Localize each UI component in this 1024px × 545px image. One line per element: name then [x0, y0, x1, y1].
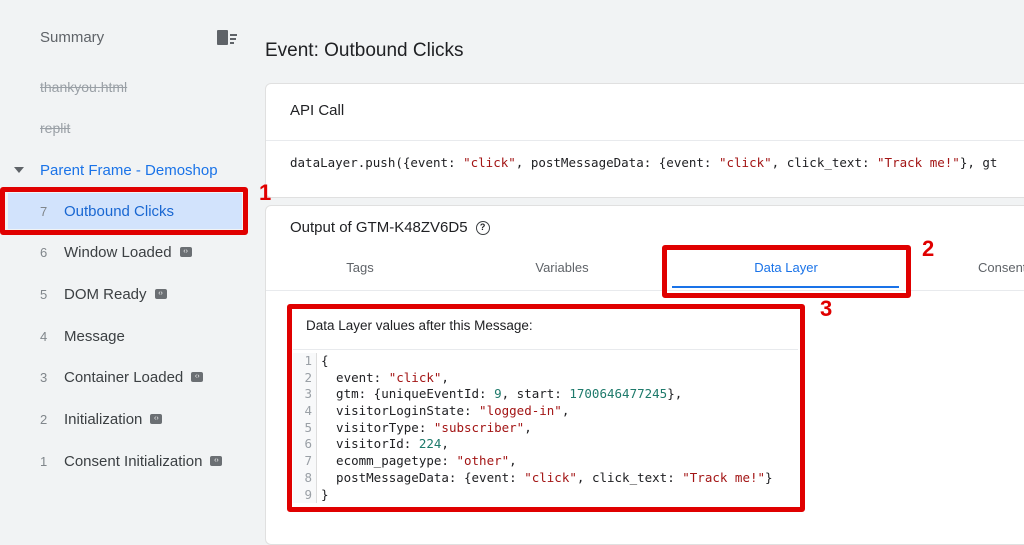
output-heading: Output of GTM-K48ZV6D5 ? [290, 219, 490, 236]
tab-consent[interactable]: Consent [978, 260, 1024, 275]
sidebar-page-thankyou[interactable]: thankyou.html [0, 69, 250, 105]
tag-icon: ‹› [154, 289, 167, 299]
sidebar-page-replit[interactable]: replit [0, 110, 250, 146]
event-label: Window Loaded [64, 243, 172, 261]
sidebar-event-message[interactable]: 4 Message [0, 318, 250, 354]
sidebar-event-consent-initialization[interactable]: 1 Consent Initialization ‹› [0, 443, 250, 479]
tab-tags[interactable]: Tags [270, 260, 450, 275]
sidebar-event-dom-ready[interactable]: 5 DOM Ready ‹› [0, 276, 250, 312]
api-call-heading: API Call [266, 84, 1024, 141]
tag-icon: ‹› [150, 414, 163, 424]
help-icon[interactable]: ? [475, 220, 490, 235]
event-label: Message [64, 327, 125, 345]
page-label: thankyou.html [40, 79, 128, 95]
event-number: 1 [40, 453, 48, 469]
api-call-card: API Call dataLayer.push({event: "click",… [265, 83, 1024, 198]
event-label: Consent Initialization [64, 452, 203, 470]
delete-list-icon[interactable] [217, 28, 237, 46]
annotation-label-1: 1 [259, 180, 272, 205]
page-title: Event: Outbound Clicks [265, 40, 464, 61]
output-heading-text: Output of GTM-K48ZV6D5 [290, 219, 468, 236]
event-number: 5 [40, 286, 48, 302]
tag-icon: ‹› [179, 247, 192, 257]
frame-label: Parent Frame - Demoshop [40, 161, 218, 179]
sidebar-frame[interactable]: Parent Frame - Demoshop [0, 152, 250, 188]
annotation-label-2: 2 [922, 236, 935, 261]
sidebar-event-container-loaded[interactable]: 3 Container Loaded ‹› [0, 359, 250, 395]
sidebar: Summary thankyou.html replit Parent Fram… [0, 0, 255, 526]
annotation-box-1 [0, 187, 248, 235]
event-number: 6 [40, 244, 48, 260]
caret-down-icon [14, 167, 24, 173]
annotation-label-3: 3 [820, 296, 833, 321]
sidebar-event-initialization[interactable]: 2 Initialization ‹› [0, 401, 250, 437]
event-number: 4 [40, 328, 48, 344]
event-number: 2 [40, 411, 48, 427]
event-label: Container Loaded [64, 368, 184, 386]
sidebar-event-window-loaded[interactable]: 6 Window Loaded ‹› [0, 234, 250, 270]
event-label: Initialization [64, 410, 143, 428]
summary-label: Summary [40, 28, 105, 46]
tag-icon: ‹› [191, 372, 204, 382]
annotation-box-2 [662, 245, 911, 298]
event-number: 3 [40, 369, 48, 385]
tag-icon: ‹› [210, 456, 223, 466]
tab-variables[interactable]: Variables [472, 260, 652, 275]
api-call-code: dataLayer.push({event: "click", postMess… [290, 155, 998, 170]
page-label: replit [40, 120, 71, 136]
event-label: DOM Ready [64, 285, 147, 303]
annotation-box-3 [287, 304, 805, 512]
sidebar-summary[interactable]: Summary [0, 19, 250, 55]
